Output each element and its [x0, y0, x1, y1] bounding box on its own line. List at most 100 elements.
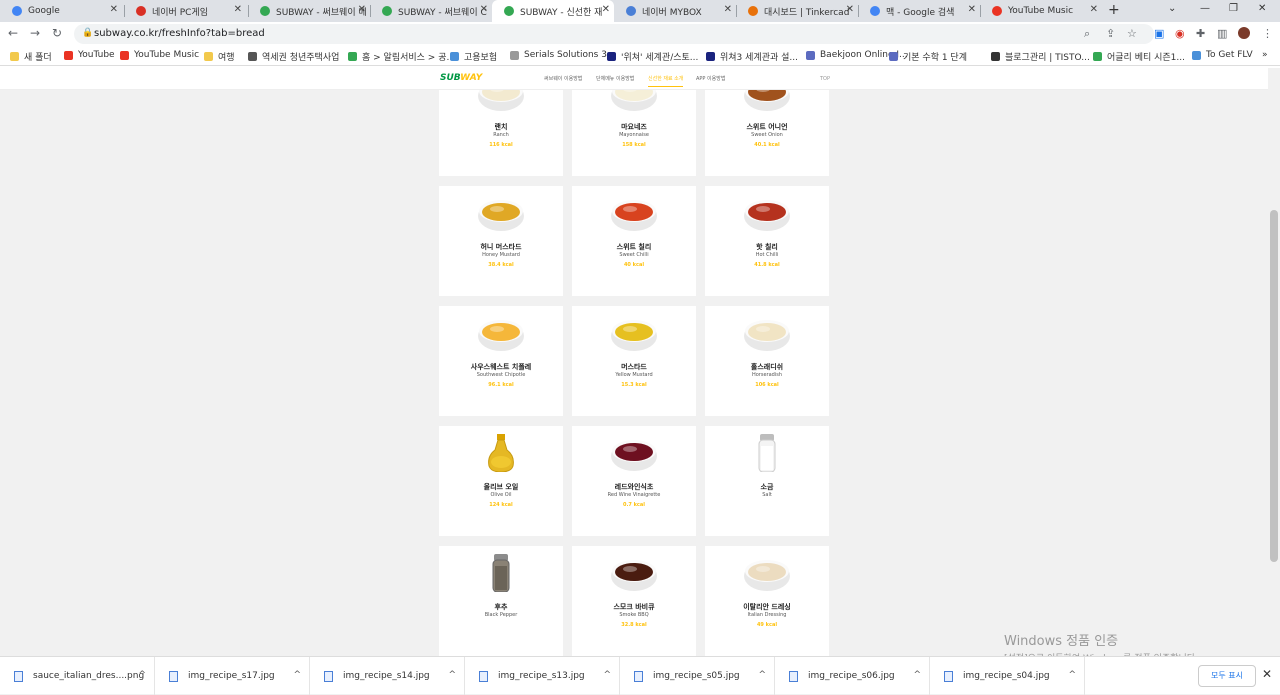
extension-cc-icon[interactable]: ◉ — [1175, 27, 1185, 40]
bookmark-item[interactable]: 블로그관리 | TISTO... — [991, 50, 1090, 63]
close-window-icon[interactable]: ✕ — [1258, 3, 1266, 14]
forward-icon[interactable]: → — [30, 26, 40, 40]
close-downloads-icon[interactable]: ✕ — [1262, 667, 1272, 681]
tab-close-icon[interactable]: ✕ — [724, 4, 732, 15]
tab-close-icon[interactable]: ✕ — [110, 4, 118, 15]
bookmark-item[interactable]: 기본 수학 1 단계 — [889, 50, 967, 63]
show-all-downloads-button[interactable]: 모두 표시 — [1198, 665, 1256, 687]
bookmark-item[interactable]: 어글리 베티 시즌1... — [1093, 50, 1185, 63]
sauce-card[interactable]: 홀스래디쉬 Horseradish 106 kcal — [705, 306, 829, 416]
side-panel-icon[interactable]: ▥ — [1217, 27, 1227, 40]
download-item[interactable]: img_recipe_s06.jpg ^ — [775, 657, 930, 695]
site-nav-item[interactable]: APP 이용방법 — [696, 75, 725, 82]
download-options-chevron-icon[interactable]: ^ — [293, 670, 301, 680]
translate-icon[interactable]: ▣ — [1154, 27, 1164, 40]
tab-close-icon[interactable]: ✕ — [1090, 4, 1098, 15]
sauce-card[interactable]: 후추 Black Pepper — [439, 546, 563, 656]
site-header: SUBWAY 써브웨이 이용방법 단체메뉴 이용방법 신선한 재료 소개 APP 이용… — [0, 68, 1268, 90]
url-text[interactable]: subway.co.kr/freshInfo?tab=bread — [94, 28, 265, 39]
download-options-chevron-icon[interactable]: ^ — [448, 670, 456, 680]
bookmark-item[interactable]: 홈 > 알림서비스 > 공... — [348, 50, 455, 63]
page-scrollbar[interactable] — [1268, 68, 1280, 656]
tab-5[interactable]: 네이버 MYBOX ✕ — [614, 0, 736, 22]
tab-close-icon[interactable]: ✕ — [358, 4, 366, 15]
bookmark-item[interactable]: '위쳐' 세계관/스토... — [607, 50, 698, 63]
bookmark-item[interactable]: YouTube Music — [120, 50, 199, 60]
bookmark-item[interactable]: 새 폴더 — [10, 50, 52, 63]
tab-6[interactable]: 대시보드 | Tinkercad ✕ — [736, 0, 858, 22]
tab-8[interactable]: YouTube Music ✕ — [980, 0, 1102, 22]
address-bar[interactable]: 🔒 subway.co.kr/freshInfo?tab=bread — [74, 24, 1154, 44]
sauce-card[interactable]: 사우스웨스트 치폴레 Southwest Chipotle 96.1 kcal — [439, 306, 563, 416]
bookmark-item[interactable]: 위쳐3 세계관과 설... — [706, 50, 798, 63]
back-icon[interactable]: ← — [8, 26, 18, 40]
sauce-korean-name: 스위트 칠리 — [616, 243, 652, 251]
bookmark-label: 홈 > 알림서비스 > 공... — [362, 53, 456, 63]
tab-search-icon[interactable]: ⌄ — [1168, 3, 1176, 14]
subway-logo[interactable]: SUBWAY — [440, 73, 482, 83]
sauce-card[interactable]: 스모크 바비큐 Smoke BBQ 32.8 kcal — [572, 546, 696, 656]
extensions-puzzle-icon[interactable]: ✚ — [1196, 27, 1205, 40]
new-tab-button[interactable]: + — [1108, 2, 1120, 18]
bookmarks-overflow-icon[interactable]: » — [1262, 50, 1268, 60]
download-item[interactable]: img_recipe_s05.jpg ^ — [620, 657, 775, 695]
site-nav-item[interactable]: 신선한 재료 소개 — [648, 75, 684, 87]
top-button[interactable]: TOP — [820, 76, 830, 82]
tab-3[interactable]: SUBWAY - 써브웨이 C ✕ — [370, 0, 492, 22]
sauce-card[interactable]: 핫 칠리 Hot Chilli 41.8 kcal — [705, 186, 829, 296]
profile-avatar[interactable] — [1238, 27, 1250, 39]
tab-close-icon[interactable]: ✕ — [968, 4, 976, 15]
bookmark-star-icon[interactable]: ☆ — [1127, 27, 1137, 40]
tab-close-icon[interactable]: ✕ — [234, 4, 242, 15]
maximize-icon[interactable]: ❐ — [1229, 3, 1238, 14]
sauce-card[interactable]: 스위트 어니언 Sweet Onion 40.1 kcal — [705, 90, 829, 176]
download-options-chevron-icon[interactable]: ^ — [758, 670, 766, 680]
bookmark-item[interactable]: 고용보험 — [450, 50, 497, 63]
sauce-card[interactable]: 허니 머스타드 Honey Mustard 38.4 kcal — [439, 186, 563, 296]
bookmark-item[interactable]: 여행 — [204, 50, 235, 63]
tab-4[interactable]: SUBWAY - 신선한 재 ✕ — [492, 0, 614, 22]
bookmark-item[interactable]: Serials Solutions 3... — [510, 50, 616, 60]
sauce-card[interactable]: 올리브 오일 Olive Oil 124 kcal — [439, 426, 563, 536]
bookmark-item[interactable]: YouTube — [64, 50, 115, 60]
site-nav-item[interactable]: 단체메뉴 이용방법 — [596, 75, 634, 82]
bookmark-icon — [10, 52, 19, 61]
bookmark-item[interactable]: 역세권 청년주택사업 — [248, 50, 339, 63]
sauce-card[interactable]: 스위트 칠리 Sweet Chilli 40 kcal — [572, 186, 696, 296]
bookmark-icon — [120, 50, 129, 60]
download-options-chevron-icon[interactable]: ^ — [138, 670, 146, 680]
reload-icon[interactable]: ↻ — [52, 26, 62, 40]
tab-7[interactable]: 맥 - Google 검색 ✕ — [858, 0, 980, 22]
zoom-icon[interactable]: ⌕ — [1084, 27, 1090, 41]
site-nav-item[interactable]: 써브웨이 이용방법 — [544, 75, 582, 82]
sauce-card[interactable]: 이탈리안 드레싱 Italian Dressing 49 kcal — [705, 546, 829, 656]
download-options-chevron-icon[interactable]: ^ — [1068, 670, 1076, 680]
bookmark-item[interactable]: To Get FLV — [1192, 50, 1253, 60]
menu-kebab-icon[interactable]: ⋮ — [1262, 27, 1273, 40]
share-icon[interactable]: ⇪ — [1106, 27, 1115, 40]
tab-close-icon[interactable]: ✕ — [602, 4, 610, 15]
bookmark-label: 여행 — [218, 53, 235, 63]
tab-close-icon[interactable]: ✕ — [846, 4, 854, 15]
sauce-card[interactable]: 마요네즈 Mayonnaise 158 kcal — [572, 90, 696, 176]
sauce-card[interactable]: 레드와인식초 Red Wine Vinaigrette 0.7 kcal — [572, 426, 696, 536]
tab-close-icon[interactable]: ✕ — [480, 4, 488, 15]
sauce-calories: 40.1 kcal — [754, 142, 780, 148]
tab-1[interactable]: 네이버 PC게임 ✕ — [124, 0, 246, 22]
scrollbar-thumb[interactable] — [1270, 210, 1278, 562]
download-item[interactable]: img_recipe_s14.jpg ^ — [310, 657, 465, 695]
download-options-chevron-icon[interactable]: ^ — [913, 670, 921, 680]
download-item[interactable]: img_recipe_s17.jpg ^ — [155, 657, 310, 695]
lock-icon[interactable]: 🔒 — [82, 28, 93, 38]
download-item[interactable]: img_recipe_s13.jpg ^ — [465, 657, 620, 695]
minimize-icon[interactable]: — — [1200, 3, 1210, 14]
sauce-card[interactable]: 머스타드 Yellow Mustard 15.3 kcal — [572, 306, 696, 416]
tab-2[interactable]: SUBWAY - 써브웨이 메 ✕ — [248, 0, 370, 22]
sauce-card[interactable]: 소금 Salt — [705, 426, 829, 536]
bookmark-label: 블로그관리 | TISTO... — [1005, 53, 1090, 63]
tab-0[interactable]: Google ✕ — [0, 0, 122, 22]
sauce-card[interactable]: 랜치 Ranch 116 kcal — [439, 90, 563, 176]
download-item[interactable]: img_recipe_s04.jpg ^ — [930, 657, 1085, 695]
download-item[interactable]: sauce_italian_dres....png ^ — [0, 657, 155, 695]
download-options-chevron-icon[interactable]: ^ — [603, 670, 611, 680]
